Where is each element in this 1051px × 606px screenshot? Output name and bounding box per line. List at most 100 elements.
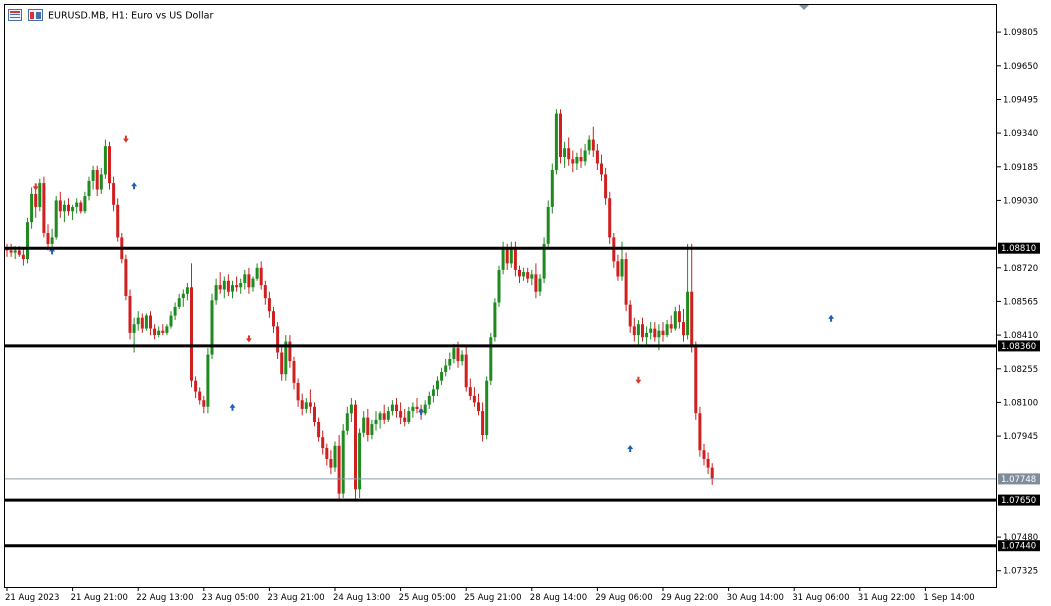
candle-body xyxy=(636,324,640,336)
candle-body xyxy=(444,365,448,372)
candle-body xyxy=(99,174,103,190)
candle-body xyxy=(149,315,152,329)
candle-body xyxy=(694,345,698,414)
x-tick-label: 22 Aug 13:00 xyxy=(136,593,193,603)
candle-body xyxy=(222,280,226,290)
candle-body xyxy=(345,413,349,431)
candle-body xyxy=(112,183,116,205)
candle xyxy=(124,254,128,301)
candle-body xyxy=(239,283,243,288)
candle-body xyxy=(354,404,357,490)
candle-body xyxy=(427,395,431,405)
candle-body xyxy=(272,311,275,327)
candle-body xyxy=(423,404,427,414)
candle-body xyxy=(571,159,575,164)
chart-list-icon[interactable] xyxy=(8,9,22,21)
candle xyxy=(546,200,550,249)
candle-body xyxy=(415,406,419,409)
candle-body xyxy=(313,406,316,422)
horizontal-line-price: 1.07650 xyxy=(1001,496,1036,506)
price-chart[interactable]: EURUSD.MB, H1: Euro vs US Dollar 1.08810… xyxy=(0,0,1051,606)
candle-body xyxy=(489,337,493,381)
candle-body xyxy=(103,146,107,175)
candle-body xyxy=(136,317,140,325)
candle-body xyxy=(58,200,62,212)
candle xyxy=(116,198,120,242)
horizontal-line-label: 1.07650 xyxy=(998,494,1040,506)
candle xyxy=(554,109,558,175)
candle-body xyxy=(477,402,480,412)
candle-body xyxy=(690,291,694,346)
candle-body xyxy=(706,458,710,468)
horizontal-line-label: 1.08810 xyxy=(998,242,1040,254)
candle-body xyxy=(321,437,325,449)
candle-body xyxy=(624,259,628,305)
candle-body xyxy=(329,458,333,468)
candle xyxy=(144,313,148,331)
candle-body xyxy=(600,163,603,175)
candle-body xyxy=(481,411,485,435)
candle-body xyxy=(17,250,21,255)
candle-body xyxy=(436,380,439,390)
candle-body xyxy=(165,326,169,333)
candle xyxy=(497,265,501,307)
candle-body xyxy=(509,248,513,264)
candle-body xyxy=(34,193,38,207)
candle-body xyxy=(595,150,599,164)
y-tick-label: 1.09340 xyxy=(1003,129,1038,139)
candle-body xyxy=(362,417,366,433)
candle xyxy=(542,237,546,283)
chart-title: EURUSD.MB, H1: Euro vs US Dollar xyxy=(48,11,213,22)
candle-body xyxy=(144,315,148,329)
candle-body xyxy=(173,306,177,316)
candle xyxy=(284,335,288,381)
candle-body xyxy=(83,196,87,212)
horizontal-line-label: 1.08360 xyxy=(998,340,1040,352)
candle-body xyxy=(108,146,111,184)
candle-body xyxy=(13,250,17,253)
candle-body xyxy=(431,389,435,396)
candle-body xyxy=(255,267,259,279)
candle xyxy=(210,293,214,359)
candle-body xyxy=(280,352,284,375)
candle-body xyxy=(452,348,456,359)
candle-body xyxy=(231,285,234,292)
candle-body xyxy=(181,293,185,299)
candle-body xyxy=(645,332,649,338)
candle-body xyxy=(128,296,132,333)
candle-body xyxy=(370,424,374,435)
candle-body xyxy=(620,259,624,277)
y-tick-label: 1.07325 xyxy=(1003,567,1038,577)
chart-window-icon[interactable] xyxy=(28,9,43,21)
candle xyxy=(624,252,628,312)
candle-body xyxy=(267,298,271,312)
candle xyxy=(608,191,612,244)
x-tick-label: 23 Aug 21:00 xyxy=(267,593,324,603)
candle-body xyxy=(194,380,198,392)
x-tick-label: 21 Aug 21:00 xyxy=(71,593,128,603)
price-axis[interactable]: 1.09805 1.09650 1.09495 1.09340 1.09185 1.090… xyxy=(997,28,1038,577)
candle-body xyxy=(198,391,202,401)
candle-body xyxy=(50,237,54,244)
candle-body xyxy=(702,450,706,459)
candle xyxy=(358,428,362,498)
candle-body xyxy=(304,402,308,409)
candle-body xyxy=(79,202,83,212)
candle-body xyxy=(653,328,657,338)
x-tick-label: 31 Aug 06:00 xyxy=(792,593,849,603)
candle-body xyxy=(185,287,189,294)
time-axis[interactable]: 21 Aug 2023 21 Aug 21:00 22 Aug 13:00 23 Au… xyxy=(5,587,975,603)
candle-body xyxy=(247,274,251,288)
x-tick-label: 28 Aug 14:00 xyxy=(530,593,587,603)
candle-body xyxy=(554,113,558,171)
y-tick-label: 1.07480 xyxy=(1003,533,1038,543)
candle-body xyxy=(276,326,280,353)
candle-body xyxy=(468,387,472,396)
candle-body xyxy=(9,250,13,253)
candle-body xyxy=(87,180,91,197)
candle-body xyxy=(38,183,42,207)
candle-body xyxy=(440,372,444,381)
candle-body xyxy=(190,287,193,381)
candle-body xyxy=(214,285,218,301)
candle-body xyxy=(698,413,702,451)
